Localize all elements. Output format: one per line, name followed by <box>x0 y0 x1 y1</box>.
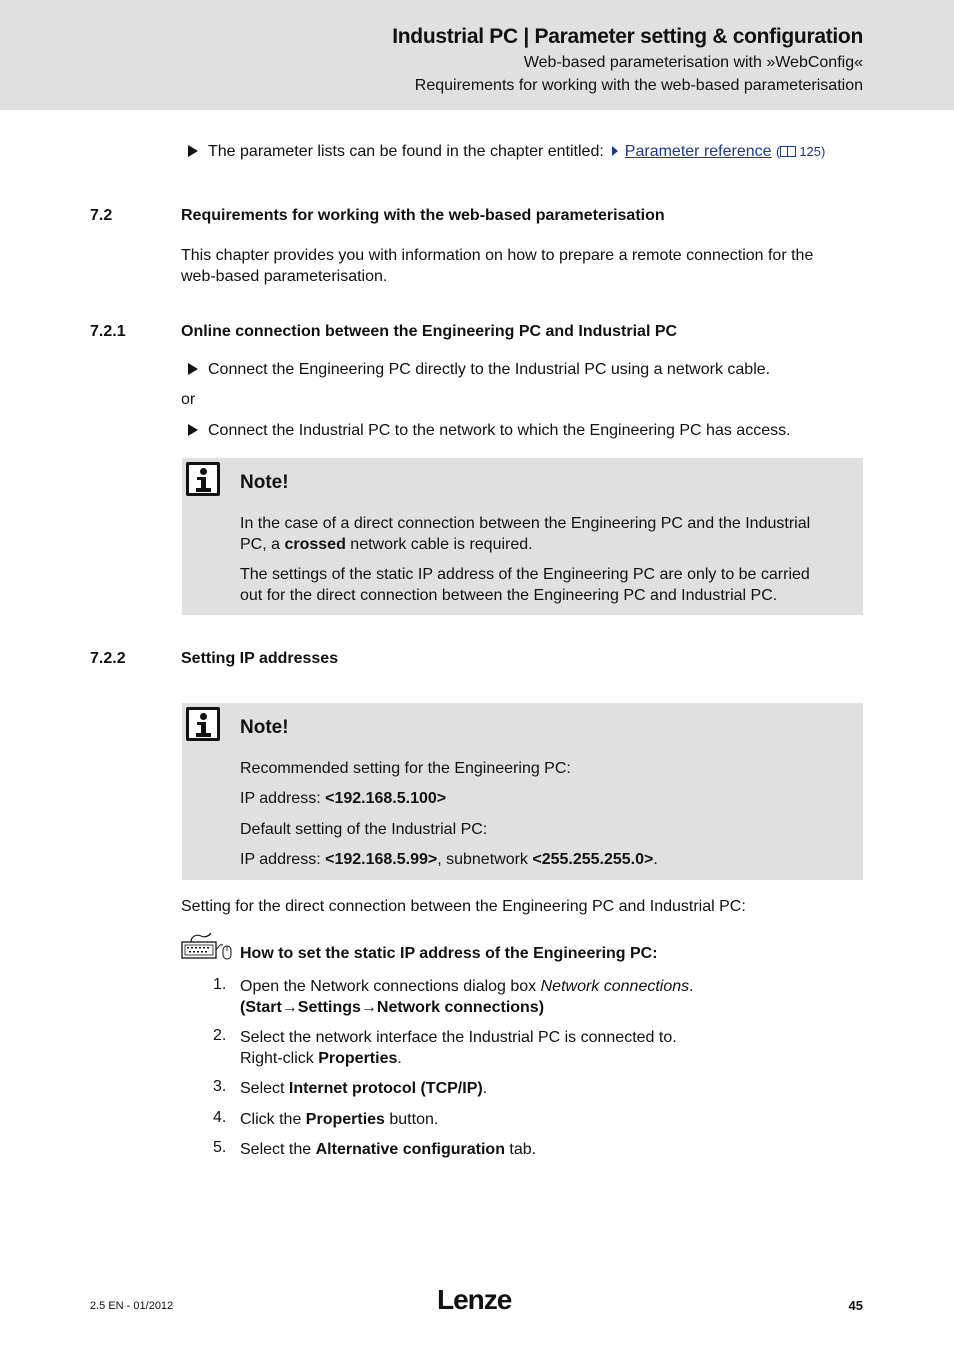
note-title: Note! <box>240 472 289 493</box>
triangle-right-icon <box>188 363 198 375</box>
dialog-name: Network connections <box>540 978 690 995</box>
section-title-7-2: Requirements for working with the web-ba… <box>181 207 665 224</box>
document-version: 2.5 EN - 01/2012 <box>90 1300 174 1312</box>
note-box-cable: Note! In the case of a direct connection… <box>182 458 863 615</box>
header-subtitle-chapter: Web-based parameterisation with »WebConf… <box>523 54 863 71</box>
note-text-line: Default setting of the Industrial PC: <box>240 821 488 838</box>
page-number: 45 <box>848 1298 863 1313</box>
keyboard-mouse-icon <box>181 932 232 960</box>
section-number-7-2: 7.2 <box>90 207 113 224</box>
crossed-emphasis: crossed <box>284 536 346 553</box>
section-number-7-2-1: 7.2.1 <box>90 323 126 340</box>
properties-label: Properties <box>318 1050 398 1067</box>
step-2-line-2: Right-click Properties. <box>240 1050 402 1067</box>
or-label: or <box>181 391 196 408</box>
industrial-pc-ip-value: <192.168.5.99> <box>325 851 438 868</box>
engineering-pc-ip-line: IP address: <192.168.5.100> <box>240 790 447 807</box>
section-7-2-paragraph-line-1: This chapter provides you with informati… <box>181 247 814 264</box>
note-text-line: PC, a crossed network cable is required. <box>240 536 533 553</box>
industrial-pc-ip-line: IP address: <192.168.5.99>, subnetwork <… <box>240 851 658 868</box>
howto-title: How to set the static IP address of the … <box>240 945 658 962</box>
info-icon <box>186 707 220 741</box>
bullet-text: Connect the Industrial PC to the network… <box>208 422 791 439</box>
step-number: 4. <box>213 1109 227 1126</box>
step-number: 5. <box>213 1139 227 1156</box>
lenze-logo: Lenze <box>437 1284 512 1315</box>
note-text-line: out for the direct connection between th… <box>240 587 778 604</box>
triangle-right-icon <box>188 145 198 157</box>
parameter-reference-link[interactable]: Parameter reference <box>625 143 772 160</box>
intro-bullet-text: The parameter lists can be found in the … <box>208 143 604 160</box>
triangle-right-icon <box>188 424 198 436</box>
bullet-text: Connect the Engineering PC directly to t… <box>208 361 771 378</box>
step-4: Click the Properties button. <box>240 1111 439 1128</box>
note-title: Note! <box>240 717 289 738</box>
bullet-network-connection: Connect the Industrial PC to the network… <box>188 420 791 441</box>
note-box-ip-addresses: Note! Recommended setting for the Engine… <box>182 703 863 880</box>
step-1-menu-path: (Start→Settings→Network connections) <box>240 999 545 1016</box>
alternative-configuration-label: Alternative configuration <box>315 1141 505 1158</box>
section-number-7-2-2: 7.2.2 <box>90 650 126 667</box>
small-triangle-right-icon <box>611 146 618 156</box>
properties-button-label: Properties <box>305 1111 385 1128</box>
header-subtitle-section: Requirements for working with the web-ba… <box>414 77 863 94</box>
bullet-direct-connection: Connect the Engineering PC directly to t… <box>188 359 770 380</box>
header-title: Industrial PC | Parameter setting & conf… <box>392 25 863 48</box>
page-header: Industrial PC | Parameter setting & conf… <box>0 0 954 110</box>
setting-intro-text: Setting for the direct connection betwee… <box>181 898 746 915</box>
section-title-7-2-2: Setting IP addresses <box>181 650 339 667</box>
page-reference[interactable]: (125) <box>776 144 825 159</box>
step-5: Select the Alternative configuration tab… <box>240 1141 537 1158</box>
step-number: 3. <box>213 1078 227 1095</box>
step-number: 1. <box>213 976 227 993</box>
tcpip-label: Internet protocol (TCP/IP) <box>288 1080 483 1097</box>
step-3: Select Internet protocol (TCP/IP). <box>240 1080 488 1097</box>
step-2-line-1: Select the network interface the Industr… <box>240 1029 677 1046</box>
book-icon <box>780 146 797 157</box>
intro-bullet: The parameter lists can be found in the … <box>188 141 825 162</box>
note-text-line: The settings of the static IP address of… <box>240 566 810 583</box>
section-7-2-paragraph-line-2: web-based parameterisation. <box>181 268 388 285</box>
note-text-line: Recommended setting for the Engineering … <box>240 760 571 777</box>
engineering-pc-ip-value: <192.168.5.100> <box>325 790 447 807</box>
step-1-line-1: Open the Network connections dialog box … <box>240 978 694 995</box>
note-text-line: In the case of a direct connection betwe… <box>240 515 811 532</box>
info-icon <box>186 462 220 496</box>
subnet-mask-value: <255.255.255.0> <box>532 851 654 868</box>
section-title-7-2-1: Online connection between the Engineerin… <box>181 323 678 340</box>
step-number: 2. <box>213 1027 227 1044</box>
page-reference-number: 125 <box>799 144 822 159</box>
